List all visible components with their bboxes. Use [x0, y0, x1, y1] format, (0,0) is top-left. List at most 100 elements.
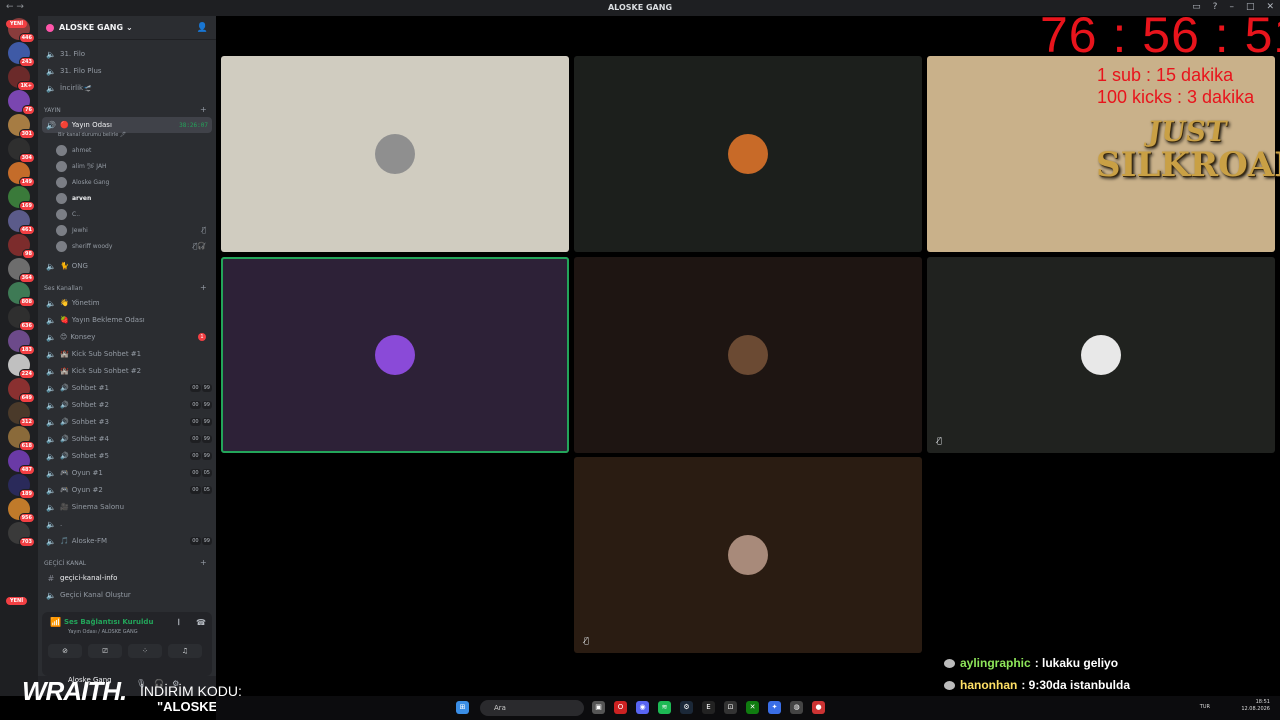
server-icon[interactable]: 301 [8, 114, 35, 139]
channel-31-filo-plus[interactable]: 🔈 31. Filo Plus [42, 63, 212, 79]
epic-games-icon[interactable]: E [702, 701, 715, 714]
chat-username: hanonhan [960, 678, 1018, 692]
disconnect-icon[interactable]: ☎ [196, 618, 206, 627]
server-icon[interactable]: 703 [8, 522, 35, 547]
text-channel-gecici-info[interactable]: # geçici-kanal-info [42, 570, 212, 586]
server-icon[interactable]: 183 [8, 330, 35, 355]
steam-icon[interactable]: ⚙ [680, 701, 693, 714]
voice-channel[interactable]: 🔈 😊 Konsey 1 [42, 329, 212, 345]
server-icon[interactable]: 189 [8, 474, 35, 499]
video-tile[interactable] [221, 56, 569, 252]
copilot-icon[interactable]: ✦ [768, 701, 781, 714]
app-icon[interactable]: ⊡ [724, 701, 737, 714]
discord-icon[interactable]: ◉ [636, 701, 649, 714]
spotify-icon[interactable]: ≋ [658, 701, 671, 714]
category-ses-kanallari[interactable]: Ses Kanalları + [44, 283, 207, 292]
taskbar-search[interactable]: Ara [480, 700, 584, 716]
voice-member[interactable]: Aloske Gang [56, 174, 206, 190]
screen-share-button[interactable]: ⎚ [88, 644, 122, 658]
voice-channel[interactable]: 🔈 🔊 Sohbet #1 00 99 [42, 380, 212, 396]
clock[interactable]: 18:51 12.08.2026 [1241, 699, 1270, 713]
xbox-icon[interactable]: ✕ [746, 701, 759, 714]
channel-name: Sohbet #4 [71, 435, 109, 443]
voice-channel[interactable]: 🔈 👋 Yönetim [42, 295, 212, 311]
server-icon[interactable]: 1K+ [8, 66, 35, 91]
channel-name: Geçici Kanal Oluştur [60, 591, 131, 599]
category-yayin[interactable]: YAYIN + [44, 105, 207, 114]
server-icon[interactable]: 636 [8, 306, 35, 331]
server-icon[interactable]: 618 [8, 426, 35, 451]
add-channel-icon[interactable]: + [200, 283, 207, 292]
rule-kicks: 100 kicks : 3 dakika [1097, 87, 1255, 107]
video-tile[interactable] [574, 56, 922, 252]
voice-channel[interactable]: 🔈. [42, 516, 212, 532]
voice-channel[interactable]: 🔈 🎮 Oyun #1 00 05 [42, 465, 212, 481]
channel-name: Sohbet #2 [71, 401, 109, 409]
server-icon[interactable]: 487 [8, 450, 35, 475]
participant-avatar [1081, 335, 1121, 375]
video-tile[interactable] [574, 257, 922, 453]
server-icon[interactable]: 364 [8, 258, 35, 283]
user-limit: 99 [201, 384, 212, 392]
voice-member[interactable]: alim 🛩 JAH [56, 158, 206, 174]
channel-yayin-odasi[interactable]: 🔊 🔴 Yayın Odası 38:26:07 [42, 117, 212, 133]
voice-channel[interactable]: 🔈 🍓 Yayın Bekleme Odası [42, 312, 212, 328]
add-channel-icon[interactable]: + [200, 558, 207, 567]
task-view-icon[interactable]: ▣ [592, 701, 605, 714]
voice-member[interactable]: Jewhi 🎙̸ [56, 222, 206, 238]
add-user-icon[interactable]: 👤 [197, 23, 208, 33]
soundboard-button[interactable]: ♫ [168, 644, 202, 658]
server-icon [46, 23, 54, 32]
voice-channel[interactable]: 🔈 🎥 Sinema Salonu [42, 499, 212, 515]
muted-icon: 🎙̸ [201, 226, 206, 234]
server-icon[interactable]: 224 [8, 354, 35, 379]
recorder-icon[interactable]: ● [812, 701, 825, 714]
voice-member[interactable]: C.. [56, 206, 206, 222]
start-icon[interactable]: ⊞ [456, 701, 469, 714]
channel-31-filo[interactable]: 🔈 31. Filo [42, 46, 212, 62]
server-icon[interactable]: 98 [8, 234, 35, 259]
channel-status[interactable]: Bir kanal durumu belirle 🖊 [58, 132, 126, 138]
voice-channel[interactable]: 🔈 🔊 Sohbet #2 00 99 [42, 397, 212, 413]
server-icon[interactable]: 243 [8, 42, 35, 67]
voice-channel[interactable]: 🔈 🏰 Kick Sub Sohbet #1 [42, 346, 212, 362]
voice-channel[interactable]: 🔈 🏰 Kick Sub Sohbet #2 [42, 363, 212, 379]
voice-member[interactable]: sheriff woody 🎙̸🎧̸ [56, 238, 206, 254]
server-icon[interactable]: 808 [8, 282, 35, 307]
server-icon[interactable]: 169 [8, 186, 35, 211]
channel-incirlik[interactable]: 🔈 İncirlik🛫 [42, 80, 212, 96]
video-tile[interactable]: 🎙̸ [574, 457, 922, 653]
opera-icon[interactable]: O [614, 701, 627, 714]
voice-channel[interactable]: 🔈 🎵 Aloske-FM 00 99 [42, 533, 212, 549]
video-tile[interactable] [221, 257, 569, 453]
voice-channel[interactable]: 🔈 🎮 Oyun #2 00 05 [42, 482, 212, 498]
server-icon[interactable]: 956 [8, 498, 35, 523]
camera-button[interactable]: ⊘ [48, 644, 82, 658]
server-icon[interactable]: 649 [8, 378, 35, 403]
voice-channel[interactable]: 🔈 🔊 Sohbet #3 00 99 [42, 414, 212, 430]
server-icon[interactable]: 312 [8, 402, 35, 427]
server-icon[interactable]: 461 [8, 210, 35, 235]
category-gecici-kanal[interactable]: GEÇİCİ KANAL + [44, 558, 207, 567]
channel-ong[interactable]: 🔈 🐈 ONG [42, 258, 212, 274]
voice-member[interactable]: ahmet [56, 142, 206, 158]
video-tile[interactable]: 🎙̸ [927, 257, 1275, 453]
just-silkroad-logo-bottom: SILKROAD [1096, 145, 1280, 185]
user-limit-pill: 00 99 [189, 452, 212, 460]
voice-channel[interactable]: 🔈 🔊 Sohbet #4 00 99 [42, 431, 212, 447]
voice-member[interactable]: arven [56, 190, 206, 206]
server-icon[interactable]: 304 [8, 138, 35, 163]
noise-suppression-icon[interactable]: 𝄃 [178, 618, 180, 628]
activities-button[interactable]: ⁘ [128, 644, 162, 658]
chat-badge-icon [944, 680, 955, 690]
voice-location[interactable]: Yayın Odası / ALOSKE GANG [68, 629, 138, 635]
channel-name: Sohbet #5 [71, 452, 109, 460]
voice-channel[interactable]: 🔈 🔊 Sohbet #5 00 99 [42, 448, 212, 464]
obs-icon[interactable]: ◍ [790, 701, 803, 714]
server-icon[interactable]: 76 [8, 90, 35, 115]
server-header[interactable]: ALOSKE GANG ⌄ 👤 [38, 16, 216, 40]
language-indicator[interactable]: TUR [1200, 704, 1210, 710]
server-icon[interactable]: 149 [8, 162, 35, 187]
channel-gecici-olustur[interactable]: 🔈 Geçici Kanal Oluştur [42, 587, 212, 603]
add-channel-icon[interactable]: + [200, 105, 207, 114]
